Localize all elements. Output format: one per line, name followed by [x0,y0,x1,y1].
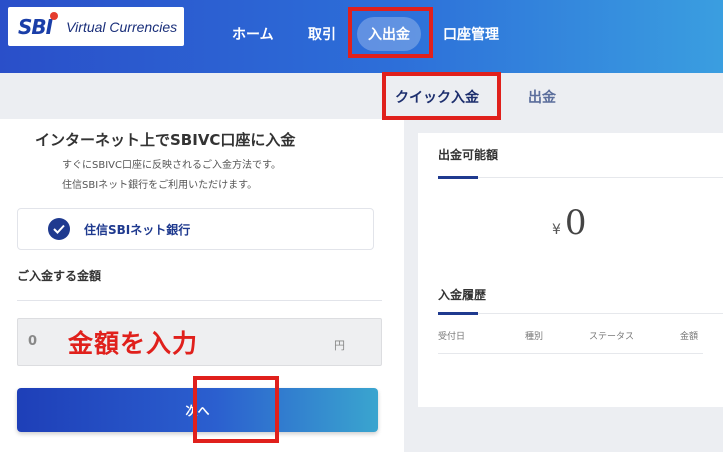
tab-withdraw[interactable]: 出金 [528,87,556,107]
balance-value: 0 [564,203,587,243]
sub-navigation: クイック入金 出金 [0,73,723,119]
nav-home[interactable]: ホーム [232,24,274,44]
nav-trade[interactable]: 取引 [308,24,336,44]
annotation-box-deposit-nav [348,7,433,58]
bank-option-card[interactable]: 住信SBIネット銀行 [17,208,374,250]
yen-symbol: ¥ [552,222,561,238]
column-header-type: 種別 [525,332,544,342]
deposit-description-line2: 住信SBIネット銀行をご利用いただけます。 [62,180,258,191]
deposit-title: インターネット上でSBIVC口座に入金 [35,131,296,149]
check-icon [48,218,70,240]
annotation-enter-amount: 金額を入力 [68,329,199,358]
bank-name: 住信SBIネット銀行 [84,222,191,237]
nav-account[interactable]: 口座管理 [443,24,499,44]
annotation-box-next-button [193,376,279,443]
column-header-amount: 金額 [680,332,699,342]
logo-mark: SBI [18,11,59,39]
withdrawable-title: 出金可能額 [438,148,499,162]
amount-value: 0 [28,334,38,349]
balance-panel: 出金可能額 ¥ 0 入金履歴 受付日 種別 ステータス 金額 [418,133,723,407]
sbi-logo[interactable]: SBI Virtual Currencies [8,7,184,46]
amount-unit: 円 [334,339,345,352]
divider-accent [438,312,478,315]
column-header-date: 受付日 [438,332,466,342]
divider [438,353,703,354]
divider [17,300,382,301]
logo-text: Virtual Currencies [66,18,178,35]
annotation-box-quick-deposit [382,72,501,120]
column-header-status: ステータス [589,332,635,342]
amount-label: ご入金する金額 [17,269,102,283]
divider-accent [438,176,478,179]
withdrawable-amount: ¥ 0 [552,203,587,243]
divider [438,313,723,314]
deposit-history-title: 入金履歴 [438,288,487,302]
deposit-description-line1: すぐにSBIVC口座に反映されるご入金方法です。 [62,160,281,171]
divider [438,177,723,178]
